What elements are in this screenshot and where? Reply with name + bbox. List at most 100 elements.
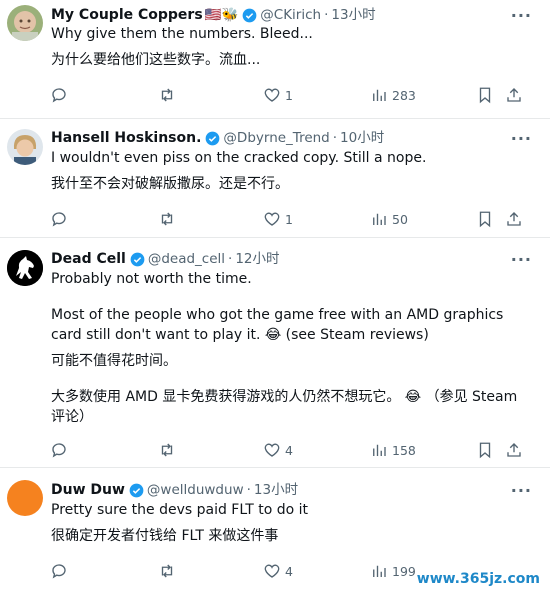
separator-dot: · xyxy=(246,482,251,498)
like-button[interactable]: 4 xyxy=(263,562,293,580)
avatar[interactable] xyxy=(7,250,43,286)
display-name[interactable]: My Couple Coppers xyxy=(51,6,203,24)
timestamp[interactable]: 12小时 xyxy=(235,250,279,268)
action-bar: 1 50 xyxy=(50,210,530,230)
horse-logo-icon xyxy=(7,250,43,286)
retweet-button[interactable] xyxy=(158,562,176,580)
retweet-button[interactable] xyxy=(158,210,176,228)
heart-icon xyxy=(264,212,280,226)
reply-button[interactable] xyxy=(50,441,68,459)
avatar[interactable] xyxy=(7,5,43,41)
verified-badge-icon xyxy=(129,483,144,497)
heart-icon xyxy=(264,88,280,102)
timestamp[interactable]: 10小时 xyxy=(340,129,384,147)
reply-button[interactable] xyxy=(50,86,68,104)
avatar[interactable] xyxy=(7,480,43,516)
text-line: Probably not worth the time. xyxy=(51,271,252,287)
retweet-icon xyxy=(161,443,173,457)
verified-badge-icon xyxy=(130,252,145,266)
bookmark-button[interactable] xyxy=(476,86,494,104)
like-count: 1 xyxy=(285,87,293,103)
separator-dot: · xyxy=(324,7,329,23)
more-options-button[interactable]: ··· xyxy=(511,129,532,148)
reply-icon xyxy=(52,564,66,579)
views-chart-icon xyxy=(373,444,386,456)
views-button[interactable]: 283 xyxy=(370,86,416,104)
like-count: 1 xyxy=(285,211,293,227)
views-button[interactable]: 199 xyxy=(370,562,416,580)
like-button[interactable]: 1 xyxy=(263,86,293,104)
separator-dot: · xyxy=(228,251,233,267)
more-options-button[interactable]: ··· xyxy=(511,250,532,269)
view-count: 50 xyxy=(392,211,408,227)
text-line: 大多数使用 AMD 显卡免费获得游戏的人仍然不想玩它。 😂 （参见 Steam … xyxy=(51,389,518,425)
bookmark-icon xyxy=(479,87,491,104)
heart-icon xyxy=(264,443,280,457)
like-button[interactable]: 1 xyxy=(263,210,293,228)
tweet[interactable]: My Couple Coppers 🇺🇸🐝 @CKirich · 13小时 ··… xyxy=(0,0,550,119)
text-line: 可能不值得花时间。 xyxy=(51,353,177,369)
share-button[interactable] xyxy=(505,210,523,228)
text-line: 为什么要给他们这些数字。流血... xyxy=(51,52,261,68)
display-name[interactable]: Dead Cell xyxy=(51,250,126,268)
share-icon xyxy=(507,443,521,457)
view-count: 158 xyxy=(392,442,416,458)
site-watermark: www.365jz.com xyxy=(416,571,540,587)
retweet-button[interactable] xyxy=(158,86,176,104)
tweet-text: Why give them the numbers. Bleed... 为什么要… xyxy=(51,24,522,70)
retweet-icon xyxy=(161,88,173,102)
tweet-header: Dead Cell @dead_cell · 12小时 xyxy=(51,250,280,268)
tweet-header: Hansell Hoskinson. @Dbyrne_Trend · 10小时 xyxy=(51,129,384,147)
avatar-photo-icon xyxy=(7,5,43,41)
bookmark-icon xyxy=(479,442,491,459)
share-button[interactable] xyxy=(505,441,523,459)
bookmark-icon xyxy=(479,211,491,228)
handle[interactable]: @CKirich xyxy=(260,6,321,24)
reply-icon xyxy=(52,212,66,227)
views-chart-icon xyxy=(373,89,386,101)
avatar[interactable] xyxy=(7,129,43,165)
text-line: 我什至不会对破解版撒尿。还是不行。 xyxy=(51,176,289,192)
text-line: 很确定开发者付钱给 FLT 来做这件事 xyxy=(51,528,279,544)
verified-badge-icon xyxy=(206,131,220,145)
timestamp[interactable]: 13小时 xyxy=(331,6,375,24)
bookmark-button[interactable] xyxy=(476,441,494,459)
tweet-header: My Couple Coppers 🇺🇸🐝 @CKirich · 13小时 xyxy=(51,6,376,24)
like-count: 4 xyxy=(285,563,293,579)
share-icon xyxy=(507,212,521,226)
retweet-button[interactable] xyxy=(158,441,176,459)
view-count: 199 xyxy=(392,563,416,579)
views-chart-icon xyxy=(373,213,386,225)
display-name[interactable]: Hansell Hoskinson. xyxy=(51,129,201,147)
reply-icon xyxy=(52,88,66,103)
share-button[interactable] xyxy=(505,86,523,104)
reply-button[interactable] xyxy=(50,210,68,228)
view-count: 283 xyxy=(392,87,416,103)
retweet-icon xyxy=(161,212,173,226)
tweet[interactable]: Hansell Hoskinson. @Dbyrne_Trend · 10小时 … xyxy=(0,119,550,238)
text-line: Most of the people who got the game free… xyxy=(51,307,504,343)
more-options-button[interactable]: ··· xyxy=(511,6,532,25)
like-count: 4 xyxy=(285,442,293,458)
handle[interactable]: @dead_cell xyxy=(148,250,225,268)
views-button[interactable]: 158 xyxy=(370,441,416,459)
tweet[interactable]: Dead Cell @dead_cell · 12小时 ··· Probably… xyxy=(0,238,550,468)
handle[interactable]: @Dbyrne_Trend xyxy=(223,129,329,147)
like-button[interactable]: 4 xyxy=(263,441,293,459)
reply-button[interactable] xyxy=(50,562,68,580)
share-icon xyxy=(507,88,521,102)
action-bar: 4 158 xyxy=(50,441,530,461)
avatar-photo-icon xyxy=(7,129,43,165)
retweet-icon xyxy=(161,564,173,578)
tweet-header: Duw Duw @wellduwduw · 13小时 xyxy=(51,481,298,499)
verified-badge-icon xyxy=(242,8,257,22)
timestamp[interactable]: 13小时 xyxy=(254,481,298,499)
more-options-button[interactable]: ··· xyxy=(511,481,532,500)
display-name[interactable]: Duw Duw xyxy=(51,481,125,499)
views-button[interactable]: 50 xyxy=(370,210,408,228)
bookmark-button[interactable] xyxy=(476,210,494,228)
handle[interactable]: @wellduwduw xyxy=(147,481,244,499)
text-line: Why give them the numbers. Bleed... xyxy=(51,26,313,42)
reply-icon xyxy=(52,443,66,458)
text-line: I wouldn't even piss on the cracked copy… xyxy=(51,150,427,166)
